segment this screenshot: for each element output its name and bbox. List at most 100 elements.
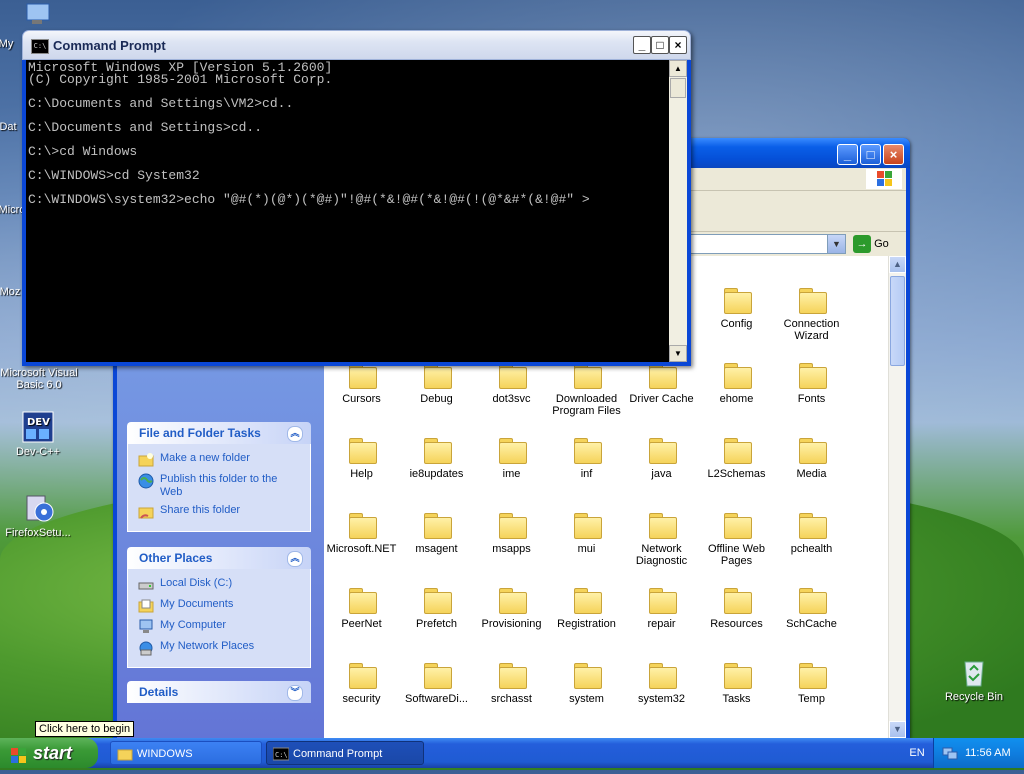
- console-line: C:\Documents and Settings>cd..: [28, 120, 263, 135]
- folder-icon: [422, 663, 452, 689]
- folder-item[interactable]: Network Diagnostic: [624, 513, 699, 567]
- folder-icon: [722, 288, 752, 314]
- console-scrollbar[interactable]: ▲ ▼: [669, 60, 687, 362]
- scroll-up-arrow-icon[interactable]: ▲: [669, 60, 687, 77]
- folder-item[interactable]: security: [324, 663, 399, 705]
- folder-item[interactable]: Offline Web Pages: [699, 513, 774, 567]
- place-my-network[interactable]: My Network Places: [138, 640, 300, 656]
- panel-header[interactable]: Other Places ︽: [127, 547, 311, 569]
- folder-item[interactable]: inf: [549, 438, 624, 480]
- close-button[interactable]: ×: [669, 36, 687, 54]
- desktop-icon-recycle-bin[interactable]: Recycle Bin: [934, 656, 1014, 703]
- expand-chevron-icon[interactable]: ︾: [287, 685, 303, 701]
- task-publish-folder[interactable]: Publish this folder to the Web: [138, 473, 300, 499]
- console-output[interactable]: Microsoft Windows XP [Version 5.1.2600](…: [26, 60, 669, 362]
- folder-label: security: [342, 693, 381, 705]
- folder-icon: [347, 363, 377, 389]
- desktop-icon-visual-basic[interactable]: Microsoft Visual Basic 6.0: [0, 367, 79, 391]
- details-panel: Details ︾: [127, 681, 311, 703]
- folder-item[interactable]: repair: [624, 588, 699, 630]
- folder-item[interactable]: Downloaded Program Files: [549, 363, 624, 417]
- task-make-new-folder[interactable]: Make a new folder: [138, 452, 300, 468]
- start-button[interactable]: start: [0, 738, 98, 768]
- clock[interactable]: 11:56 AM: [965, 738, 1011, 768]
- panel-header[interactable]: File and Folder Tasks ︽: [127, 422, 311, 444]
- scroll-down-arrow-icon[interactable]: ▼: [889, 721, 906, 738]
- taskbar: start WINDOWS C:\ Command Prompt EN 11:5…: [0, 738, 1024, 768]
- folder-item[interactable]: L2Schemas: [699, 438, 774, 480]
- folder-item[interactable]: Tasks: [699, 663, 774, 705]
- folder-item[interactable]: SoftwareDi...: [399, 663, 474, 705]
- folder-item[interactable]: ime: [474, 438, 549, 480]
- folder-item[interactable]: Provisioning: [474, 588, 549, 630]
- folder-item[interactable]: system: [549, 663, 624, 705]
- scroll-up-arrow-icon[interactable]: ▲: [889, 256, 906, 273]
- folder-item[interactable]: PeerNet: [324, 588, 399, 630]
- folder-item[interactable]: Cursors: [324, 363, 399, 405]
- cmd-titlebar[interactable]: C:\ Command Prompt _ □ ×: [22, 30, 691, 60]
- folder-item[interactable]: Prefetch: [399, 588, 474, 630]
- folder-item[interactable]: Connection Wizard: [774, 288, 849, 342]
- folder-icon: [572, 363, 602, 389]
- collapse-chevron-icon[interactable]: ︽: [287, 551, 303, 567]
- chevron-down-icon[interactable]: ▼: [827, 235, 845, 253]
- vertical-scrollbar[interactable]: ▲ ▼: [888, 256, 906, 738]
- scroll-thumb[interactable]: [670, 78, 686, 98]
- folder-item[interactable]: SchCache: [774, 588, 849, 630]
- network-tray-icon[interactable]: [942, 745, 958, 761]
- folder-item[interactable]: pchealth: [774, 513, 849, 555]
- folder-icon: [497, 363, 527, 389]
- folder-item[interactable]: Media: [774, 438, 849, 480]
- scroll-thumb[interactable]: [890, 276, 905, 366]
- close-button[interactable]: ×: [883, 144, 904, 165]
- folder-icon: [347, 438, 377, 464]
- collapse-chevron-icon[interactable]: ︽: [287, 426, 303, 442]
- folder-item[interactable]: Microsoft.NET: [324, 513, 399, 555]
- folder-item[interactable]: msapps: [474, 513, 549, 555]
- desktop-icon-firefox-setup[interactable]: FirefoxSetu...: [0, 492, 78, 539]
- maximize-button[interactable]: □: [651, 36, 669, 54]
- folder-item[interactable]: Fonts: [774, 363, 849, 405]
- minimize-button[interactable]: _: [633, 36, 651, 54]
- start-label: start: [33, 743, 73, 763]
- folder-label: repair: [647, 618, 676, 630]
- taskbar-button-windows[interactable]: WINDOWS: [110, 741, 262, 765]
- place-label: My Computer: [160, 619, 227, 631]
- folder-item[interactable]: ie8updates: [399, 438, 474, 480]
- scroll-down-arrow-icon[interactable]: ▼: [669, 345, 687, 362]
- folder-item[interactable]: Driver Cache: [624, 363, 699, 405]
- folder-item[interactable]: java: [624, 438, 699, 480]
- new-folder-icon: [138, 452, 154, 468]
- place-my-documents[interactable]: My Documents: [138, 598, 300, 614]
- folder-label: Connection Wizard: [783, 318, 840, 342]
- task-share-folder[interactable]: Share this folder: [138, 504, 300, 520]
- folder-item[interactable]: ehome: [699, 363, 774, 405]
- folder-item[interactable]: Temp: [774, 663, 849, 705]
- minimize-button[interactable]: _: [837, 144, 858, 165]
- folder-item[interactable]: system32: [624, 663, 699, 705]
- panel-header[interactable]: Details ︾: [127, 681, 311, 703]
- folder-label: Microsoft.NET: [326, 543, 397, 555]
- place-my-computer[interactable]: My Computer: [138, 619, 300, 635]
- folder-item[interactable]: mui: [549, 513, 624, 555]
- folder-label: Help: [350, 468, 373, 480]
- folder-item[interactable]: Help: [324, 438, 399, 480]
- folder-item[interactable]: Debug: [399, 363, 474, 405]
- maximize-button[interactable]: □: [860, 144, 881, 165]
- taskbar-button-command-prompt[interactable]: C:\ Command Prompt: [266, 741, 424, 765]
- folder-label: Prefetch: [416, 618, 457, 630]
- folder-item[interactable]: srchasst: [474, 663, 549, 705]
- folder-item[interactable]: Resources: [699, 588, 774, 630]
- folder-item[interactable]: Registration: [549, 588, 624, 630]
- task-label: Make a new folder: [160, 452, 250, 464]
- command-prompt-window[interactable]: C:\ Command Prompt _ □ × Microsoft Windo…: [22, 30, 691, 366]
- folder-item[interactable]: Config: [699, 288, 774, 330]
- folder-item[interactable]: msagent: [399, 513, 474, 555]
- folder-icon: [497, 663, 527, 689]
- folder-item[interactable]: dot3svc: [474, 363, 549, 405]
- language-indicator[interactable]: EN: [903, 738, 931, 768]
- place-local-disk[interactable]: Local Disk (C:): [138, 577, 300, 593]
- go-button[interactable]: → Go: [853, 234, 898, 254]
- system-tray: 11:56 AM: [933, 738, 1024, 768]
- desktop-icon-devcpp[interactable]: DEV Dev-C++: [0, 411, 78, 458]
